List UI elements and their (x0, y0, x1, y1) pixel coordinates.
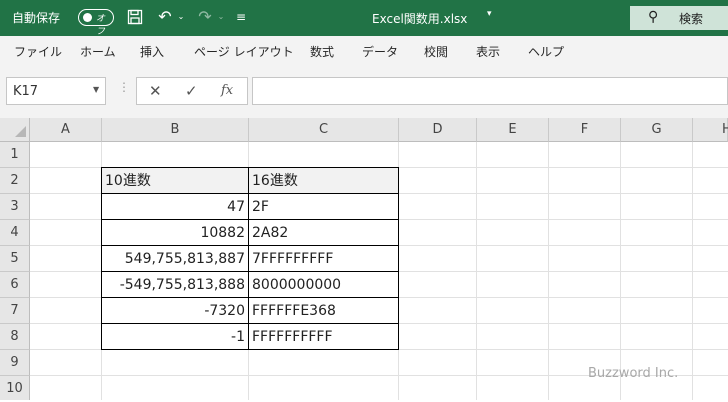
row-header-8[interactable]: 8 (0, 324, 30, 350)
watermark: Buzzword Inc. (588, 366, 679, 381)
select-all-button[interactable] (0, 118, 30, 142)
row-header-3[interactable]: 3 (0, 194, 30, 220)
cancel-icon[interactable]: ✕ (149, 82, 162, 100)
row-header-6[interactable]: 6 (0, 272, 30, 298)
enter-icon[interactable]: ✓ (185, 82, 198, 100)
column-header-h[interactable]: H (693, 118, 728, 142)
table-cell[interactable]: -7320 (101, 297, 249, 324)
customize-toolbar-icon[interactable]: ≡ (234, 7, 248, 27)
column-header-c[interactable]: C (249, 118, 399, 142)
table-cell[interactable]: FFFFFFE368 (248, 297, 399, 324)
column-header-g[interactable]: G (621, 118, 693, 142)
row-header-4[interactable]: 4 (0, 220, 30, 246)
search-box[interactable]: ⚲ 検索 (630, 6, 728, 30)
save-icon[interactable] (124, 7, 146, 30)
table-cell[interactable]: 7FFFFFFFFF (248, 245, 399, 272)
redo-dropdown-icon[interactable]: ⌄ (216, 7, 226, 27)
table-header-cell[interactable]: 16進数 (248, 167, 399, 194)
undo-dropdown-icon[interactable]: ⌄ (176, 7, 186, 27)
tab-home[interactable]: ホーム (80, 43, 116, 60)
column-header-b[interactable]: B (102, 118, 249, 142)
autosave-toggle[interactable]: オフ (78, 9, 114, 37)
spreadsheet-grid: A B C D E F G H 1 2 3 4 5 6 7 8 9 10 10進… (0, 118, 728, 400)
row-header-10[interactable]: 10 (0, 376, 30, 400)
column-header-f[interactable]: F (549, 118, 621, 142)
separator-icon: ⋮ (118, 80, 130, 94)
insert-function-button[interactable]: fx (221, 83, 233, 98)
row-header-7[interactable]: 7 (0, 298, 30, 324)
tab-review[interactable]: 校閲 (424, 43, 448, 60)
undo-icon[interactable]: ↶ (154, 7, 176, 27)
title-bar: 自動保存 オフ ↶ ⌄ ↷ ⌄ ≡ Excel関数用.xlsx ▾ ⚲ 検索 (0, 0, 728, 37)
chevron-down-icon[interactable]: ▼ (93, 85, 99, 94)
table-cell[interactable]: 2F (248, 193, 399, 220)
table-cell[interactable]: -1 (101, 323, 249, 350)
table-cell[interactable]: 47 (101, 193, 249, 220)
table-cell[interactable]: FFFFFFFFFF (248, 323, 399, 350)
tab-formulas[interactable]: 数式 (310, 43, 334, 60)
formula-buttons: ✕ ✓ fx (136, 77, 248, 105)
search-icon: ⚲ (648, 9, 659, 25)
search-label: 検索 (679, 12, 704, 26)
tab-page-layout[interactable]: ページ レイアウト (194, 43, 294, 60)
formula-bar: K17 ▼ ⋮ ✕ ✓ fx (0, 64, 728, 118)
column-header-e[interactable]: E (477, 118, 549, 142)
row-header-9[interactable]: 9 (0, 350, 30, 376)
autosave-label: 自動保存 (12, 11, 61, 25)
file-name[interactable]: Excel関数用.xlsx (372, 10, 467, 27)
tab-insert[interactable]: 挿入 (140, 43, 164, 60)
table-cell[interactable]: 10882 (101, 219, 249, 246)
tab-file[interactable]: ファイル (14, 43, 62, 60)
column-header-a[interactable]: A (30, 118, 102, 142)
redo-icon[interactable]: ↷ (194, 7, 216, 27)
tab-help[interactable]: ヘルプ (528, 43, 564, 60)
tab-view[interactable]: 表示 (476, 43, 500, 60)
formula-input[interactable] (252, 77, 728, 105)
ribbon-tabs: ファイル ホーム 挿入 ページ レイアウト 数式 データ 校閲 表示 ヘルプ (0, 36, 728, 64)
table-cell[interactable]: -549,755,813,888 (101, 271, 249, 298)
column-header-d[interactable]: D (399, 118, 477, 142)
table-cell[interactable]: 8000000000 (248, 271, 399, 298)
tab-data[interactable]: データ (362, 43, 398, 60)
chevron-down-icon[interactable]: ▾ (487, 9, 492, 19)
name-box-value: K17 (13, 84, 39, 99)
autosave-state: オフ (96, 14, 106, 37)
select-all-icon (15, 126, 26, 137)
name-box[interactable]: K17 ▼ (6, 77, 106, 105)
toggle-knob (83, 13, 92, 22)
table-cell[interactable]: 2A82 (248, 219, 399, 246)
table-cell[interactable]: 549,755,813,887 (101, 245, 249, 272)
row-header-1[interactable]: 1 (0, 142, 30, 168)
table-header-cell[interactable]: 10進数 (101, 167, 249, 194)
row-header-2[interactable]: 2 (0, 168, 30, 194)
row-header-5[interactable]: 5 (0, 246, 30, 272)
